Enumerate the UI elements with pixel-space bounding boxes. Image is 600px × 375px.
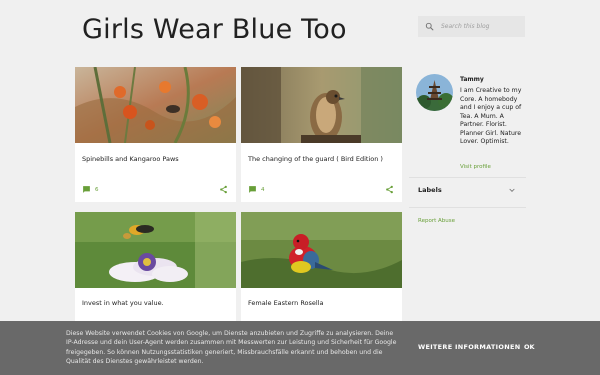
sidebar-divider <box>409 177 526 178</box>
comment-icon <box>83 186 90 193</box>
search-icon[interactable] <box>425 22 434 31</box>
share-icon[interactable] <box>385 185 394 194</box>
share-icon[interactable] <box>219 185 228 194</box>
comment-link[interactable]: 4 <box>248 185 265 194</box>
more-info-button[interactable]: WEITERE INFORMATIONEN <box>418 343 520 351</box>
search-box[interactable] <box>418 16 525 37</box>
post-thumbnail-invest[interactable] <box>75 212 236 288</box>
post-title[interactable]: Female Eastern Rosella <box>248 299 324 307</box>
blog-title[interactable]: Girls Wear Blue Too <box>82 14 347 45</box>
post-card: The changing of the guard ( Bird Edition… <box>241 67 402 202</box>
ok-button[interactable]: OK <box>524 343 535 351</box>
post-card: Female Eastern Rosella <box>241 212 402 321</box>
page: Girls Wear Blue Too Search this blog Spi… <box>0 0 600 375</box>
comment-count: 6 <box>95 186 99 193</box>
post-title[interactable]: Spinebills and Kangaroo Paws <box>82 155 179 163</box>
sidebar-divider <box>409 207 526 208</box>
profile-avatar[interactable] <box>416 74 453 111</box>
chevron-down-icon[interactable] <box>508 186 516 194</box>
report-abuse-link[interactable]: Report Abuse <box>418 218 455 224</box>
comment-icon <box>249 186 256 193</box>
profile-name[interactable]: Tammy <box>460 76 484 83</box>
post-card: Invest in what you value. <box>75 212 236 321</box>
profile-bio: I am Creative to my Core. A homebody and… <box>460 87 522 145</box>
labels-title: Labels <box>418 186 442 194</box>
post-thumbnail-rosella[interactable] <box>241 212 402 288</box>
comment-link[interactable]: 6 <box>82 185 99 194</box>
post-thumbnail-spinebills[interactable] <box>75 67 236 143</box>
visit-profile-link[interactable]: Visit profile <box>460 164 491 170</box>
search-input[interactable] <box>441 23 521 30</box>
comment-count: 4 <box>261 186 265 193</box>
post-title[interactable]: The changing of the guard ( Bird Edition… <box>248 155 383 163</box>
labels-dropdown[interactable]: Labels <box>418 186 516 194</box>
post-title[interactable]: Invest in what you value. <box>82 299 164 307</box>
post-card: Spinebills and Kangaroo Paws 6 <box>75 67 236 202</box>
cookie-notice-text: Diese Website verwendet Cookies von Goog… <box>66 330 397 365</box>
post-thumbnail-bird-edition[interactable] <box>241 67 402 143</box>
